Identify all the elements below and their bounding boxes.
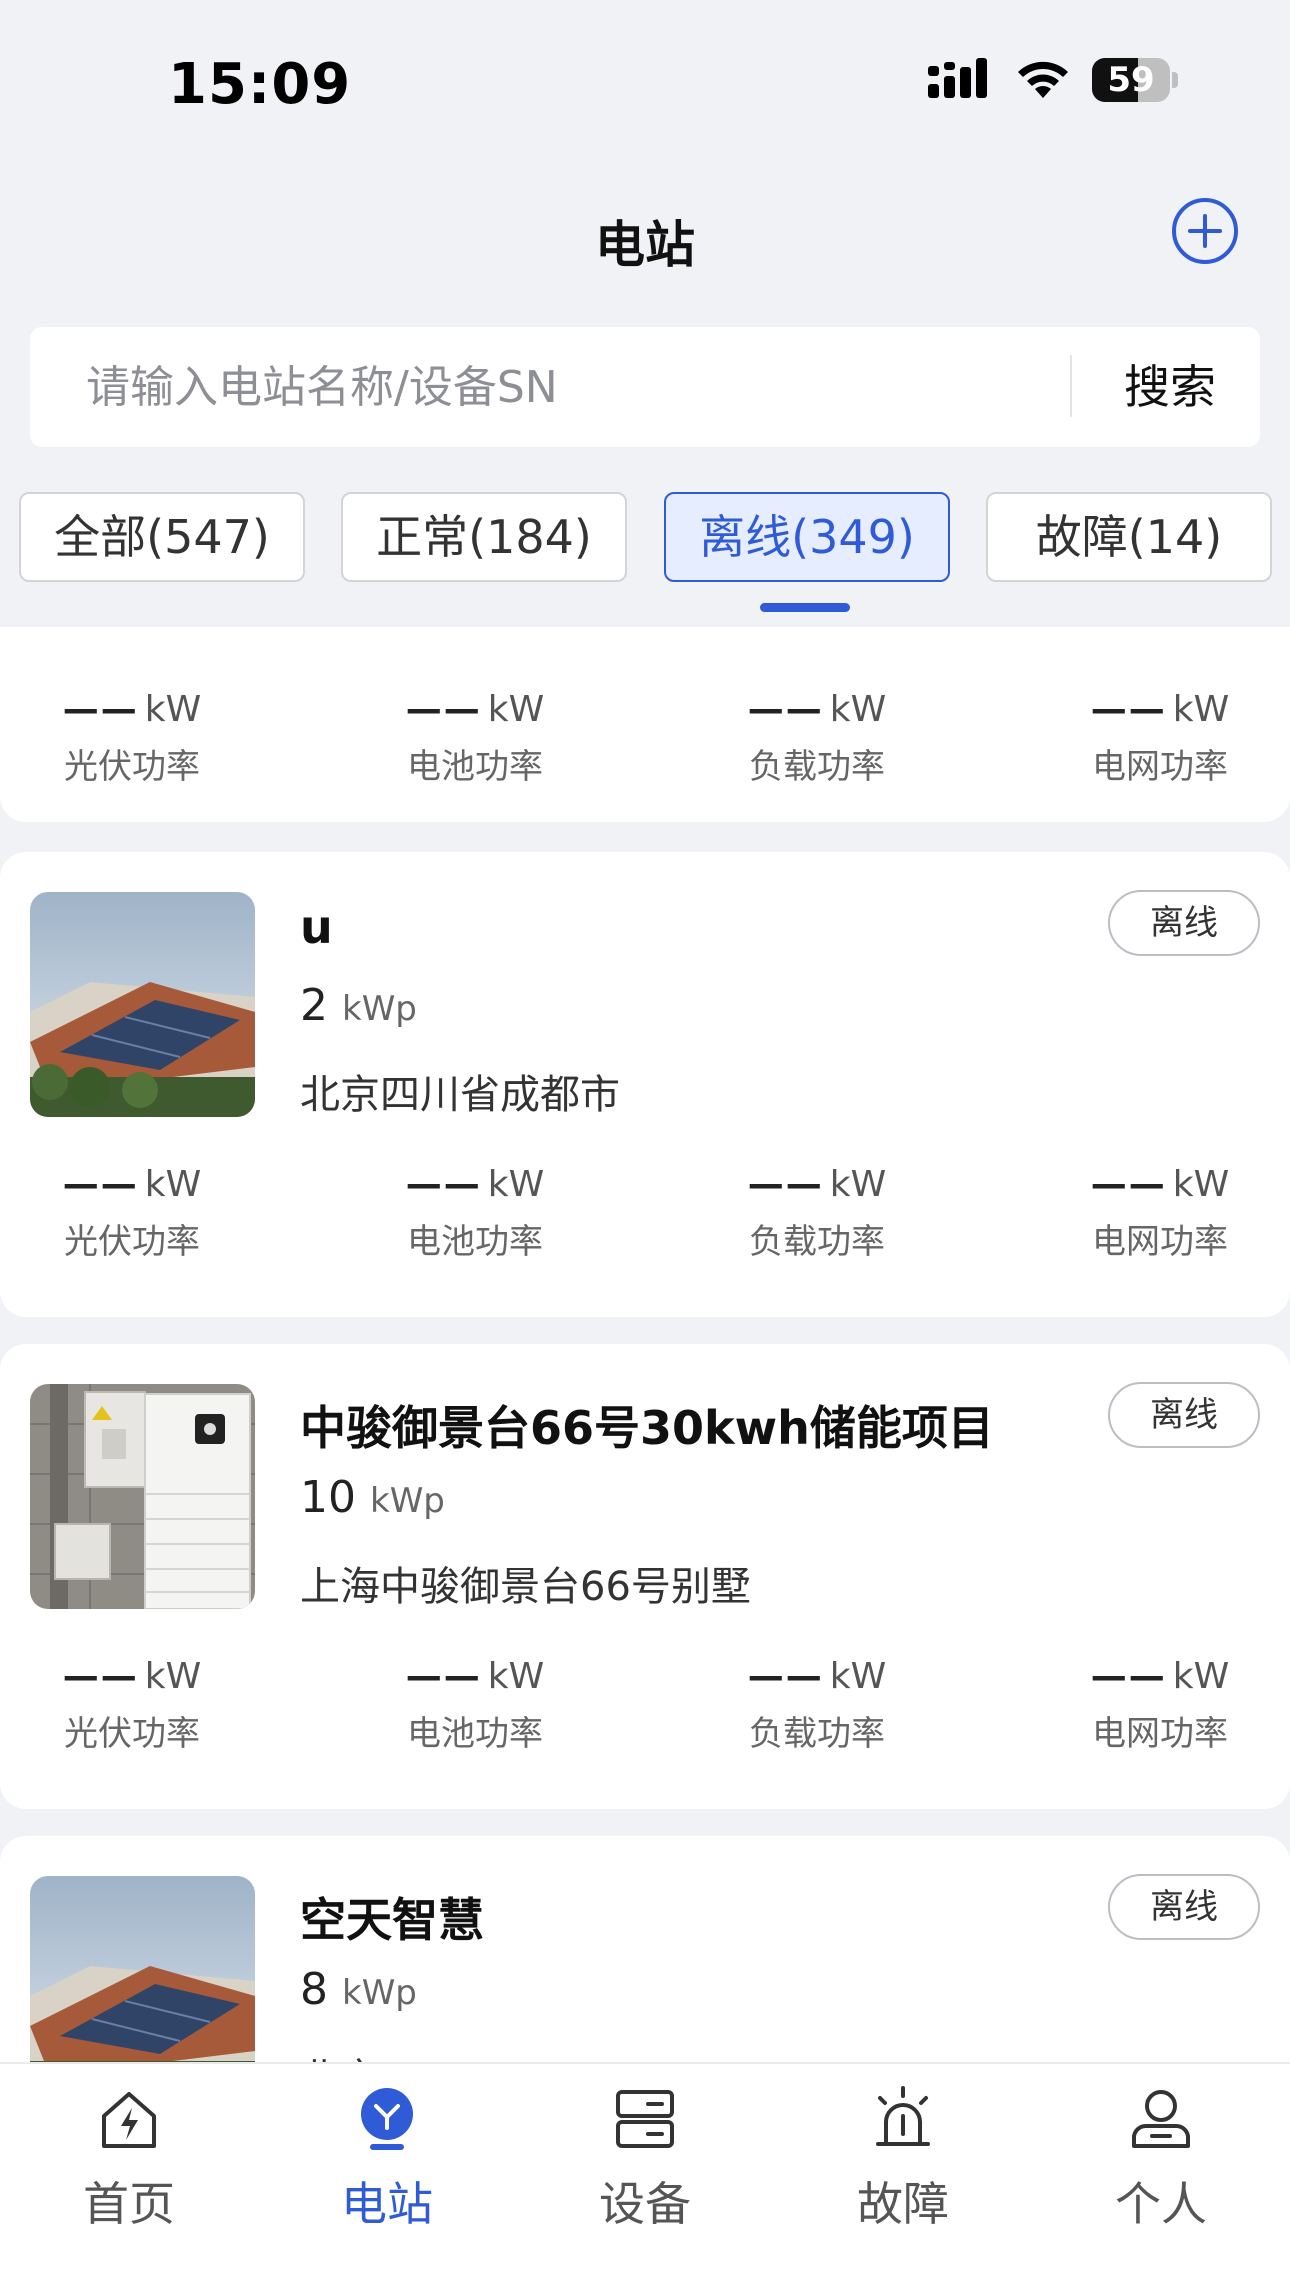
tab-fault[interactable]: 故障 <box>774 2064 1032 2295</box>
page-title: 电站 <box>595 216 695 274</box>
battery-cabinet-image <box>30 1384 255 1609</box>
plus-circle-icon <box>1172 198 1238 264</box>
station-name: 中骏御景台66号30kwh储能项目 <box>300 1401 994 1455</box>
status-badge: 离线 <box>1108 1874 1260 1940</box>
metric-grid: —— kW 电网功率 <box>1010 685 1290 791</box>
status-badge: 离线 <box>1108 1382 1260 1448</box>
status-time: 15:09 <box>168 52 352 117</box>
metrics-row: —— kW 光伏功率 —— kW 电池功率 —— kW 负载功率 —— kW 电网功率 <box>0 685 1290 795</box>
status-icons: 59 <box>928 58 1178 102</box>
wifi-icon <box>1018 61 1068 98</box>
search-divider <box>1070 355 1072 417</box>
station-card[interactable]: 中骏御景台66号30kwh储能项目 10 kWp 上海中骏御景台66号别墅 离线 … <box>0 1344 1290 1809</box>
tab-station[interactable]: 电站 <box>258 2064 516 2295</box>
metric-grid: —— kW 电网功率 <box>1010 1160 1290 1266</box>
alarm-icon <box>876 2086 930 2146</box>
filter-tabs: 全部(547) 正常(184) 离线(349) 故障(14) <box>19 492 1272 582</box>
metric-label: 电池功率 <box>407 1714 543 1754</box>
home-bolt-icon <box>102 2092 156 2148</box>
bottom-tab-bar: 首页 电站 设备 故障 个人 <box>0 2062 1290 2295</box>
station-address: 上海中骏御景台66号别墅 <box>300 1564 751 1610</box>
metric-label: 负载功率 <box>749 1714 885 1754</box>
station-list[interactable]: —— kW 光伏功率 —— kW 电池功率 —— kW 负载功率 —— kW 电网功率 <box>0 627 1290 2062</box>
station-name: u <box>300 900 333 954</box>
tab-profile[interactable]: 个人 <box>1032 2064 1290 2295</box>
metric-label: 负载功率 <box>749 1222 885 1262</box>
metric-label: 电池功率 <box>407 1222 543 1262</box>
filter-tab-normal[interactable]: 正常(184) <box>341 492 627 582</box>
metric-battery: —— kW 电池功率 <box>325 1160 625 1266</box>
filter-tab-fault[interactable]: 故障(14) <box>986 492 1272 582</box>
tab-label: 首页 <box>83 2177 175 2231</box>
metric-battery: —— kW 电池功率 <box>325 1652 625 1758</box>
person-icon <box>1132 2090 1190 2148</box>
metrics-row: —— kW 光伏功率 —— kW 电池功率 —— kW 负载功率 —— kW 电网功率 <box>0 1652 1290 1762</box>
metrics-row: —— kW 光伏功率 —— kW 电池功率 —— kW 负载功率 —— kW 电网功率 <box>0 1160 1290 1270</box>
metric-label: 电池功率 <box>407 747 543 787</box>
station-address: 北京四川省成都市 <box>300 1072 620 1118</box>
solar-roof-image <box>30 892 255 1117</box>
tab-home[interactable]: 首页 <box>0 2064 258 2295</box>
station-capacity: 10 kWp <box>300 1472 445 1523</box>
metric-label: 电网功率 <box>1092 747 1228 787</box>
metric-label: 电网功率 <box>1092 1714 1228 1754</box>
battery-level: 59 <box>1107 60 1155 100</box>
metric-load: —— kW 负载功率 <box>667 685 967 791</box>
station-pin-icon <box>361 2088 413 2150</box>
status-badge: 离线 <box>1108 890 1260 956</box>
search-button[interactable]: 搜索 <box>1100 327 1240 447</box>
metric-label: 光伏功率 <box>64 1222 200 1262</box>
metric-load: —— kW 负载功率 <box>667 1652 967 1758</box>
metric-label: 负载功率 <box>749 747 885 787</box>
station-capacity: 8 kWp <box>300 1964 417 2015</box>
station-address: 北京 <box>300 2046 380 2062</box>
tab-label: 设备 <box>599 2177 691 2231</box>
metric-label: 光伏功率 <box>64 1714 200 1754</box>
search-input[interactable] <box>86 327 1046 447</box>
metric-pv: —— kW 光伏功率 <box>0 1160 282 1266</box>
tab-label: 故障 <box>857 2177 949 2231</box>
tab-label: 电站 <box>341 2177 433 2231</box>
station-capacity: 2 kWp <box>300 980 417 1031</box>
metric-label: 光伏功率 <box>64 747 200 787</box>
metric-pv: —— kW 光伏功率 <box>0 685 282 791</box>
active-tab-indicator <box>760 603 850 612</box>
metric-grid: —— kW 电网功率 <box>1010 1652 1290 1758</box>
metric-label: 电网功率 <box>1092 1222 1228 1262</box>
status-bar: 15:09 59 <box>0 0 1290 170</box>
battery-icon: 59 <box>1092 58 1178 102</box>
station-card[interactable]: 空天智慧 8kWp 北京 离线 <box>0 1836 1290 2062</box>
tab-label: 个人 <box>1115 2177 1207 2231</box>
filter-tab-all[interactable]: 全部(547) <box>19 492 305 582</box>
tab-device[interactable]: 设备 <box>516 2064 774 2295</box>
metric-load: —— kW 负载功率 <box>667 1160 967 1266</box>
station-card-partial[interactable]: —— kW 光伏功率 —— kW 电池功率 —— kW 负载功率 —— kW 电网功率 <box>0 627 1290 822</box>
search-box: 搜索 <box>30 327 1260 447</box>
solar-roof-image <box>30 1876 255 2062</box>
station-name: 空天智慧 <box>300 1893 484 1947</box>
station-card[interactable]: u 2 kWp 北京四川省成都市 离线 —— kW 光伏功率 —— kW 电池功率 —… <box>0 852 1290 1317</box>
metric-battery: —— kW 电池功率 <box>325 685 625 791</box>
device-icon <box>616 2090 674 2148</box>
metric-pv: —— kW 光伏功率 <box>0 1652 282 1758</box>
filter-tab-offline[interactable]: 离线(349) <box>664 492 950 582</box>
cellular-signal-icon <box>928 58 987 98</box>
add-station-button[interactable] <box>1170 196 1240 266</box>
